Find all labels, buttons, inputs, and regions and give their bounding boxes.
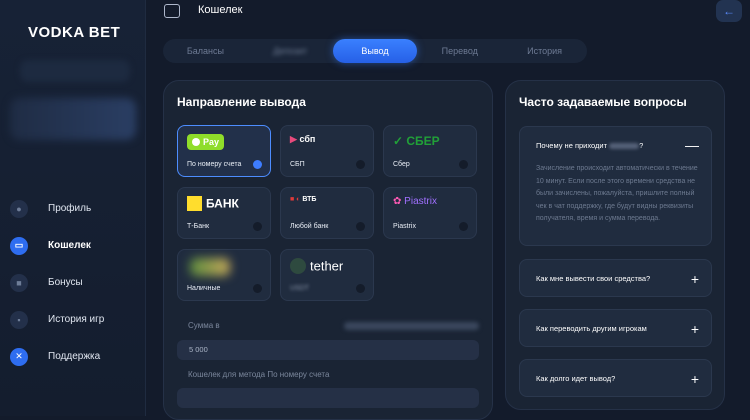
page-title: Кошелек [198, 4, 243, 16]
method-card-cash[interactable]: Наличные [177, 249, 271, 301]
faq-answer: Зачисление происходит автоматически в те… [536, 165, 698, 222]
faq-question: Почему не приходит ? [536, 141, 644, 150]
bank-logos: ■ ◐ ВТБ [290, 196, 317, 203]
user-icon: ● [10, 199, 28, 218]
sidebar-nav: ● Профиль ▭ Кошелек ■ Бонусы ▪ История и… [10, 190, 140, 375]
method-radio[interactable] [356, 284, 365, 293]
sidebar-item-wallet[interactable]: ▭ Кошелек [10, 227, 140, 264]
wallet-tabs: Балансы Депозит Вывод Перевод История [163, 39, 587, 63]
plus-icon[interactable]: + [691, 372, 699, 386]
sidebar-item-label: История игр [48, 314, 105, 325]
method-radio[interactable] [356, 160, 365, 169]
tab-history[interactable]: История [502, 39, 587, 63]
withdraw-title: Направление вывода [177, 95, 306, 109]
back-button[interactable]: ← [716, 0, 742, 22]
tab-withdraw[interactable]: Вывод [332, 39, 418, 63]
faq-question: Как переводить другим игрокам [536, 324, 647, 333]
faq-title: Часто задаваемые вопросы [519, 95, 687, 109]
tether-logo: tether [290, 258, 343, 274]
sidebar-item-label: Поддержка [48, 351, 101, 362]
method-card-piastrix[interactable]: ✿ Piastrix Piastrix [383, 187, 477, 239]
faq-panel: Часто задаваемые вопросы Почему не прихо… [505, 80, 725, 410]
wallet-field-label: Кошелек для метода По номеру счета [188, 370, 330, 379]
topbar: Кошелек ← [146, 0, 750, 24]
sidebar: VODKA BET ● Профиль ▭ Кошелек ■ Бонусы ▪… [0, 0, 146, 416]
plus-icon[interactable]: + [691, 322, 699, 336]
withdraw-panel: Направление вывода Pay По номеру счета ▶… [163, 80, 493, 420]
sidebar-item-support[interactable]: ✕ Поддержка [10, 338, 140, 375]
faq-item[interactable]: Как мне вывести свои средства? + [519, 259, 712, 297]
method-card-sbp[interactable]: ▶ сбп СБП [280, 125, 374, 177]
tab-balances[interactable]: Балансы [163, 39, 248, 63]
tbank-logo: БАНК [187, 196, 239, 211]
method-card-account[interactable]: Pay По номеру счета [177, 125, 271, 177]
blurred-user-info [20, 60, 130, 82]
sidebar-item-game-history[interactable]: ▪ История игр [10, 301, 140, 338]
method-radio[interactable] [253, 160, 262, 169]
sbp-logo: ▶ сбп [290, 134, 316, 144]
wallet-icon [164, 4, 180, 18]
amount-input[interactable]: 5 000 [177, 340, 479, 360]
method-card-any-bank[interactable]: ■ ◐ ВТБ Любой банк [280, 187, 374, 239]
method-label: Любой банк [290, 223, 329, 230]
sber-logo: ✓ СБЕР [393, 134, 440, 148]
method-label: Т-Банк [187, 223, 210, 230]
wallet-input[interactable] [177, 388, 479, 408]
gift-icon: ■ [10, 273, 28, 292]
arrow-left-icon: ← [723, 4, 735, 18]
pay-logo: Pay [187, 134, 225, 150]
sidebar-item-bonuses[interactable]: ■ Бонусы [10, 264, 140, 301]
method-radio[interactable] [459, 222, 468, 231]
blurred-balance-card [10, 98, 136, 140]
sidebar-item-profile[interactable]: ● Профиль [10, 190, 140, 227]
logo: VODKA BET [28, 24, 121, 41]
minus-icon[interactable]: — [685, 138, 699, 152]
faq-item[interactable]: Как переводить другим игрокам + [519, 309, 712, 347]
blurred-limits [344, 322, 479, 330]
method-card-sber[interactable]: ✓ СБЕР Сбер [383, 125, 477, 177]
tab-deposit[interactable]: Депозит [248, 39, 333, 63]
method-radio[interactable] [459, 160, 468, 169]
method-label: Сбер [393, 161, 410, 168]
tab-transfer[interactable]: Перевод [417, 39, 502, 63]
method-label: По номеру счета [187, 161, 242, 168]
faq-item-expanded[interactable]: Почему не приходит ? — Зачисление происх… [519, 126, 712, 246]
wallet-icon: ▭ [10, 236, 28, 255]
method-label: Наличные [187, 285, 221, 292]
method-label: USDT [290, 285, 310, 292]
faq-question: Как мне вывести свои средства? [536, 274, 651, 283]
method-radio[interactable] [253, 222, 262, 231]
blurred-cash-logo [190, 258, 230, 276]
method-label: Piastrix [393, 223, 416, 230]
method-label: СБП [290, 161, 305, 168]
method-radio[interactable] [356, 222, 365, 231]
faq-item[interactable]: Как долго идет вывод? + [519, 359, 712, 397]
sidebar-item-label: Профиль [48, 203, 92, 214]
plus-icon[interactable]: + [691, 272, 699, 286]
sidebar-item-label: Бонусы [48, 277, 83, 288]
history-icon: ▪ [10, 310, 28, 329]
support-icon: ✕ [10, 347, 28, 366]
sidebar-item-label: Кошелек [48, 240, 91, 251]
amount-label: Сумма в [188, 321, 220, 330]
method-card-usdt[interactable]: tether USDT [280, 249, 374, 301]
piastrix-logo: ✿ Piastrix [393, 196, 437, 207]
method-radio[interactable] [253, 284, 262, 293]
method-card-tbank[interactable]: БАНК Т-Банк [177, 187, 271, 239]
faq-question: Как долго идет вывод? [536, 374, 616, 383]
